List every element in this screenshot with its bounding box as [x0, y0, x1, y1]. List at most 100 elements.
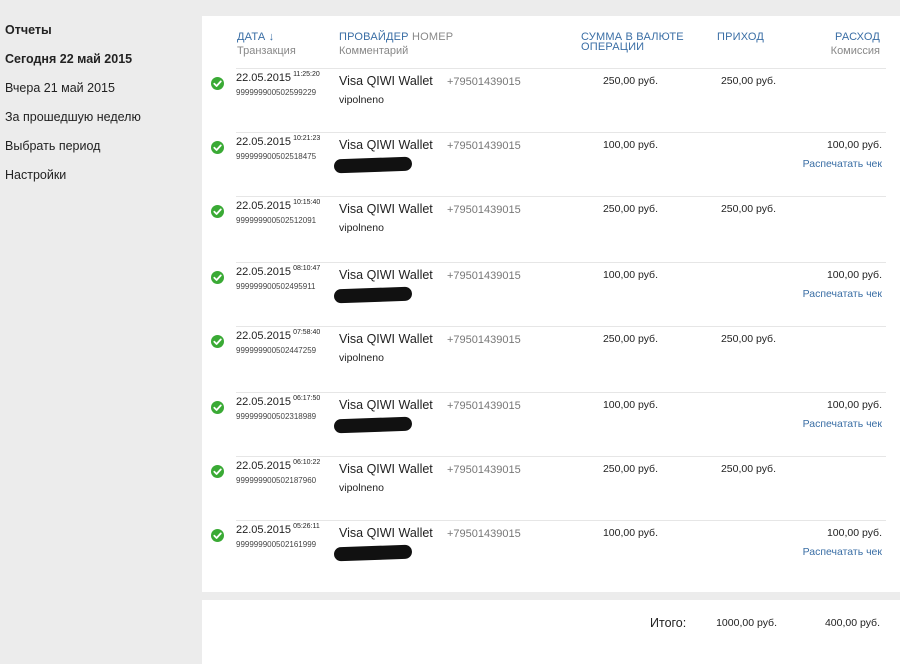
- sidebar: Отчеты Сегодня 22 май 2015 Вчера 21 май …: [0, 0, 200, 664]
- row-amount: 100,00 руб.: [602, 139, 658, 151]
- row-time: 06:17:50: [293, 395, 321, 402]
- row-comment: vipolneno: [339, 222, 384, 234]
- row-time: 06:10:22: [293, 459, 321, 466]
- row-datetime: 22.05.2015 06:10:22: [236, 459, 321, 472]
- row-divider: [236, 132, 886, 133]
- total-expense: 400,00 руб.: [824, 617, 880, 629]
- header-provider-col: ПРОВАЙДЕР НОМЕР Комментарий: [339, 32, 453, 57]
- row-phone: +79501439015: [447, 204, 521, 216]
- header-sum-col[interactable]: СУММА В ВАЛЮТЕ ОПЕРАЦИИ: [581, 32, 684, 53]
- row-divider: [236, 520, 886, 521]
- row-phone: +79501439015: [447, 270, 521, 282]
- row-date: 22.05.2015: [236, 136, 292, 148]
- header-sum-line2: ОПЕРАЦИИ: [581, 41, 645, 53]
- row-divider: [236, 326, 886, 327]
- row-phone: +79501439015: [447, 76, 521, 88]
- row-transaction-id: 999999900502187960: [236, 476, 317, 485]
- row-provider: Visa QIWI Wallet: [339, 138, 433, 152]
- row-provider: Visa QIWI Wallet: [339, 202, 433, 216]
- print-receipt-link[interactable]: Распечатать чек: [803, 158, 882, 170]
- table-row[interactable]: 22.05.2015 06:10:22 999999900502187960 Visa…: [202, 456, 900, 520]
- row-date: 22.05.2015: [236, 200, 292, 212]
- row-expense: 100,00 руб.: [826, 399, 882, 411]
- redacted-comment-scribble: [333, 156, 413, 174]
- row-transaction-id: 999999900502447259: [236, 346, 317, 355]
- success-check-icon: [211, 77, 224, 90]
- row-time: 07:58:40: [293, 329, 321, 336]
- table-row[interactable]: 22.05.2015 11:25:20 9999999005025992​29 Vis…: [202, 68, 900, 132]
- row-transaction-id: 999999900502318989: [236, 412, 317, 421]
- row-phone: +79501439015: [447, 400, 521, 412]
- total-label: Итого:: [650, 616, 687, 630]
- row-amount: 250,00 руб.: [602, 203, 658, 215]
- table-row[interactable]: 22.05.2015 08:10:47 999999900502495911 Visa…: [202, 262, 900, 326]
- row-time: 10:15:40: [293, 199, 321, 206]
- success-check-icon: [211, 529, 224, 542]
- success-check-icon: [211, 401, 224, 414]
- sidebar-item-choose-period[interactable]: Выбрать период: [5, 139, 100, 153]
- row-expense: 100,00 руб.: [826, 527, 882, 539]
- sidebar-title-reports[interactable]: Отчеты: [5, 23, 52, 37]
- row-divider: [236, 68, 886, 69]
- row-provider: Visa QIWI Wallet: [339, 268, 433, 282]
- row-time: 05:26:11: [293, 523, 320, 530]
- header-income-col[interactable]: ПРИХОД: [717, 32, 764, 43]
- row-date: 22.05.2015: [236, 72, 292, 84]
- row-datetime: 22.05.2015 06:17:50: [236, 395, 321, 408]
- row-phone: +79501439015: [447, 528, 521, 540]
- table-row[interactable]: 22.05.2015 07:58:40 999999900502447259 Visa…: [202, 326, 900, 390]
- row-phone: +79501439015: [447, 140, 521, 152]
- row-income: 250,00 руб.: [720, 463, 776, 475]
- row-provider: Visa QIWI Wallet: [339, 74, 433, 88]
- row-amount: 100,00 руб.: [602, 399, 658, 411]
- sort-date-header[interactable]: ДАТА ↓: [237, 32, 296, 43]
- row-amount: 100,00 руб.: [602, 527, 658, 539]
- table-row[interactable]: 22.05.2015 06:17:50 999999900502318989 Visa…: [202, 392, 900, 456]
- row-datetime: 22.05.2015 11:25:20: [236, 71, 320, 84]
- row-time: 08:10:47: [293, 265, 321, 272]
- row-expense: 100,00 руб.: [826, 269, 882, 281]
- row-date: 22.05.2015: [236, 266, 292, 278]
- print-receipt-link[interactable]: Распечатать чек: [803, 288, 882, 300]
- row-datetime: 22.05.2015 08:10:47: [236, 265, 321, 278]
- row-phone: +79501439015: [447, 464, 521, 476]
- sidebar-item-today[interactable]: Сегодня 22 май 2015: [5, 52, 132, 66]
- row-comment: vipolneno: [339, 352, 384, 364]
- row-transaction-id: 999999900502512091: [236, 216, 317, 225]
- row-datetime: 22.05.2015 10:21:23: [236, 135, 321, 148]
- totals-footer: Итого: 1000,00 руб. 400,00 руб.: [202, 600, 900, 664]
- row-transaction-id: 9999999005025992​29: [236, 88, 317, 97]
- row-date: 22.05.2015: [236, 330, 292, 342]
- header-date-col: ДАТА ↓ Транзакция: [237, 32, 296, 57]
- table-row[interactable]: 22.05.2015 05:26:11 999999900502161999 Visa…: [202, 520, 900, 584]
- print-receipt-link[interactable]: Распечатать чек: [803, 546, 882, 558]
- row-time: 10:21:23: [293, 135, 321, 142]
- row-datetime: 22.05.2015 07:58:40: [236, 329, 321, 342]
- sidebar-item-settings[interactable]: Настройки: [5, 168, 66, 182]
- print-receipt-link[interactable]: Распечатать чек: [803, 418, 882, 430]
- row-comment: vipolneno: [339, 482, 384, 494]
- row-transaction-id: 999999900502161999: [236, 540, 317, 549]
- redacted-comment-scribble: [333, 416, 413, 434]
- row-income: 250,00 руб.: [720, 333, 776, 345]
- row-phone: +79501439015: [447, 334, 521, 346]
- row-amount: 250,00 руб.: [602, 333, 658, 345]
- table-row[interactable]: 22.05.2015 10:15:40 999999900502512091 Visa…: [202, 196, 900, 260]
- row-expense: 100,00 руб.: [826, 139, 882, 151]
- header-income: ПРИХОД: [717, 31, 765, 43]
- sort-expense-header[interactable]: РАСХОД: [831, 32, 880, 43]
- success-check-icon: [211, 205, 224, 218]
- table-row[interactable]: 22.05.2015 10:21:23 999999900502518475 Visa…: [202, 132, 900, 196]
- sort-provider-header[interactable]: ПРОВАЙДЕР: [339, 31, 409, 43]
- row-comment: vipolneno: [339, 94, 384, 106]
- redacted-comment-scribble: [333, 544, 413, 562]
- row-date: 22.05.2015: [236, 524, 292, 536]
- row-amount: 100,00 руб.: [602, 269, 658, 281]
- row-transaction-id: 999999900502518475: [236, 152, 317, 161]
- sidebar-item-last-week[interactable]: За прошедшую неделю: [5, 110, 141, 124]
- row-provider: Visa QIWI Wallet: [339, 398, 433, 412]
- row-provider: Visa QIWI Wallet: [339, 526, 433, 540]
- row-income: 250,00 руб.: [720, 203, 776, 215]
- row-income: 250,00 руб.: [720, 75, 776, 87]
- sidebar-item-yesterday[interactable]: Вчера 21 май 2015: [5, 81, 115, 95]
